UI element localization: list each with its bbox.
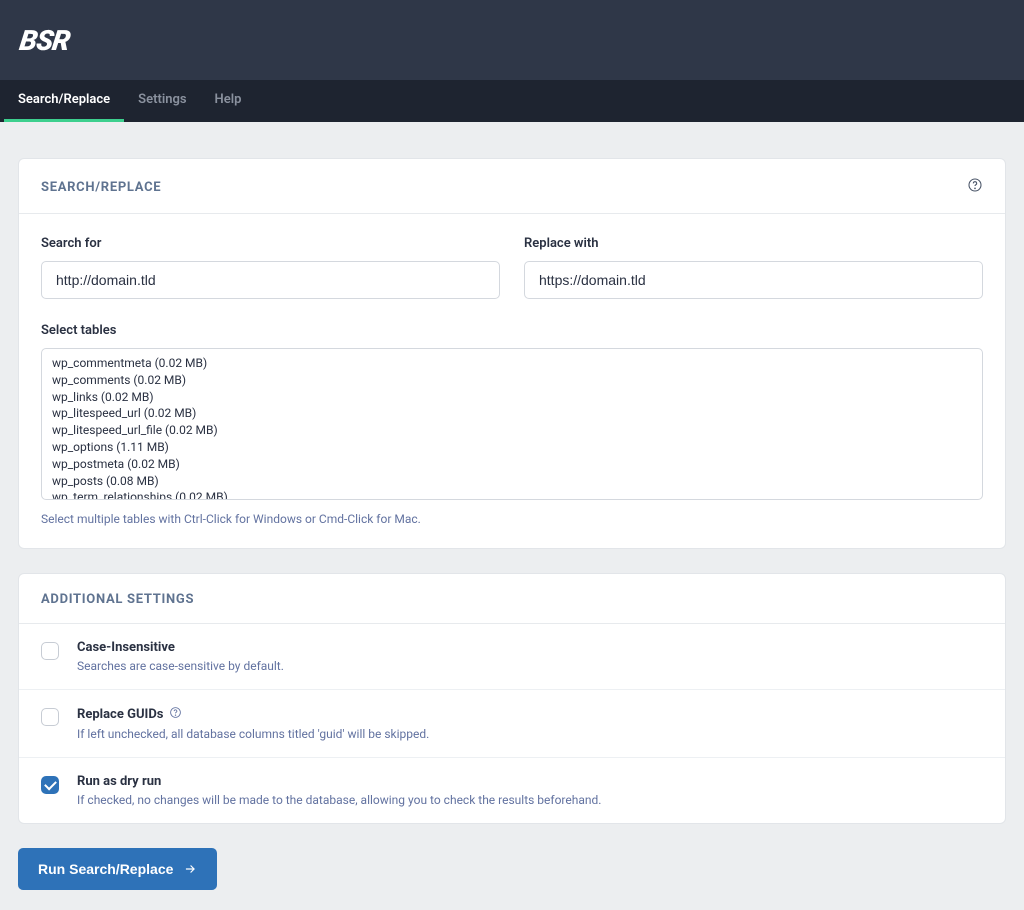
select-tables-hint: Select multiple tables with Ctrl-Click f… [41, 512, 983, 526]
app-logo: BSR [18, 24, 72, 57]
setting-desc: If checked, no changes will be made to t… [77, 793, 983, 807]
select-tables-label: Select tables [41, 323, 983, 338]
panel-header: SEARCH/REPLACE [19, 159, 1005, 214]
table-option[interactable]: wp_posts (0.08 MB) [52, 473, 972, 490]
setting-row: Run as dry run If checked, no changes wil… [19, 757, 1005, 823]
run-search-replace-button[interactable]: Run Search/Replace [18, 848, 217, 890]
tables-select[interactable]: wp_commentmeta (0.02 MB)wp_comments (0.0… [41, 348, 983, 500]
table-option[interactable]: wp_term_relationships (0.02 MB) [52, 489, 972, 500]
setting-body: Replace GUIDs If left unchecked, all data… [77, 706, 983, 741]
setting-checkbox[interactable] [41, 642, 59, 660]
setting-desc: Searches are case-sensitive by default. [77, 659, 983, 673]
setting-row: Case-Insensitive Searches are case-sensit… [19, 624, 1005, 689]
setting-checkbox[interactable] [41, 708, 59, 726]
table-option[interactable]: wp_commentmeta (0.02 MB) [52, 355, 972, 372]
replace-with-label: Replace with [524, 236, 983, 251]
setting-checkbox[interactable] [41, 776, 59, 794]
settings-list: Case-Insensitive Searches are case-sensit… [19, 624, 1005, 823]
setting-body: Run as dry run If checked, no changes wil… [77, 774, 983, 807]
replace-with-input[interactable] [524, 261, 983, 299]
tab-help[interactable]: Help [201, 80, 256, 122]
setting-desc: If left unchecked, all database columns … [77, 727, 983, 741]
help-icon[interactable] [967, 177, 983, 197]
setting-title: Replace GUIDs [77, 706, 983, 723]
setting-row: Replace GUIDs If left unchecked, all data… [19, 689, 1005, 757]
info-icon[interactable] [169, 706, 182, 723]
search-for-label: Search for [41, 236, 500, 251]
setting-body: Case-Insensitive Searches are case-sensit… [77, 640, 983, 673]
form-row-inputs: Search for Replace with [41, 236, 983, 299]
tab-settings[interactable]: Settings [124, 80, 200, 122]
replace-with-col: Replace with [524, 236, 983, 299]
panel-search-replace: SEARCH/REPLACE Search for Replace with S… [18, 158, 1006, 549]
table-option[interactable]: wp_links (0.02 MB) [52, 389, 972, 406]
tab-search-replace[interactable]: Search/Replace [4, 80, 124, 122]
table-option[interactable]: wp_postmeta (0.02 MB) [52, 456, 972, 473]
setting-title: Run as dry run [77, 774, 983, 789]
panel-title: ADDITIONAL SETTINGS [41, 592, 194, 607]
table-option[interactable]: wp_comments (0.02 MB) [52, 372, 972, 389]
run-button-label: Run Search/Replace [38, 861, 173, 877]
table-option[interactable]: wp_litespeed_url_file (0.02 MB) [52, 422, 972, 439]
panel-header: ADDITIONAL SETTINGS [19, 574, 1005, 624]
table-option[interactable]: wp_litespeed_url (0.02 MB) [52, 405, 972, 422]
setting-title: Case-Insensitive [77, 640, 983, 655]
search-for-input[interactable] [41, 261, 500, 299]
table-option[interactable]: wp_options (1.11 MB) [52, 439, 972, 456]
panel-additional-settings: ADDITIONAL SETTINGS Case-Insensitive Sear… [18, 573, 1006, 824]
arrow-right-icon [183, 862, 197, 876]
top-bar: BSR [0, 0, 1024, 80]
search-for-col: Search for [41, 236, 500, 299]
main-content: SEARCH/REPLACE Search for Replace with S… [0, 122, 1024, 910]
nav-bar: Search/Replace Settings Help [0, 80, 1024, 122]
panel-body: Search for Replace with Select tables wp… [19, 214, 1005, 548]
panel-title: SEARCH/REPLACE [41, 180, 161, 195]
